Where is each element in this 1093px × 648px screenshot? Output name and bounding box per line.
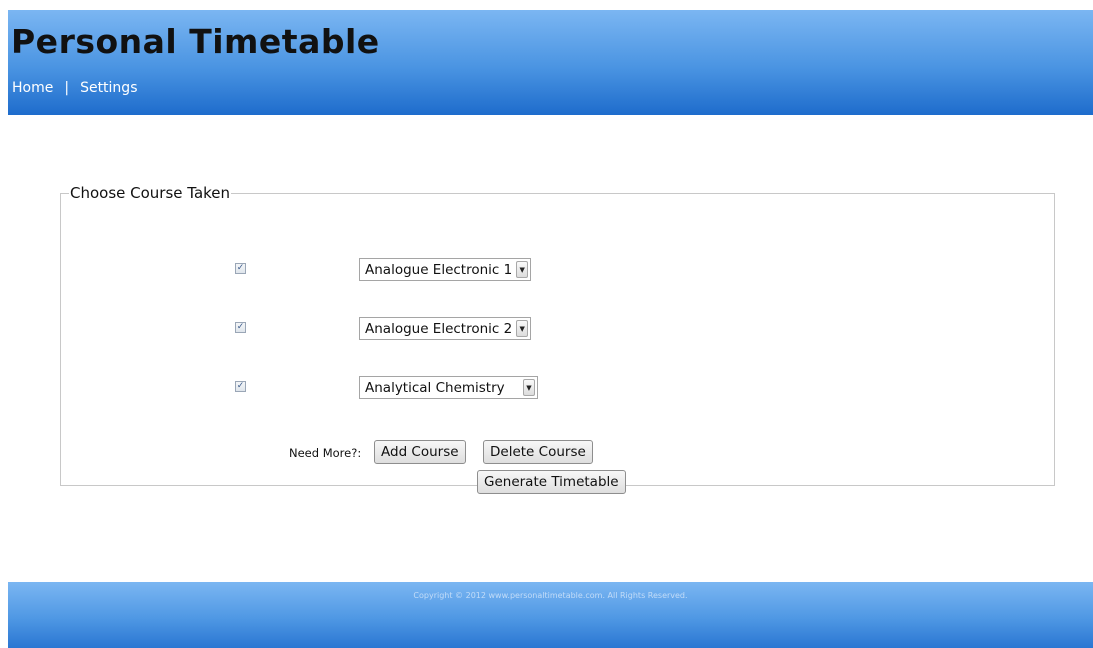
chevron-down-icon[interactable]: ▼ xyxy=(523,379,535,396)
course-row: ✓ Analogue Electronic 2 ▼ xyxy=(61,317,1054,341)
course-select-value: Analogue Electronic 2 xyxy=(365,320,513,337)
copyright-text: Copyright © 2012 www.personaltimetable.c… xyxy=(413,591,688,600)
course-select-value: Analogue Electronic 1 xyxy=(365,261,513,278)
course-select[interactable]: Analogue Electronic 1 ▼ xyxy=(359,258,532,281)
need-more-label: Need More?: xyxy=(289,446,362,460)
check-mark-icon: ✓ xyxy=(236,263,245,273)
generate-timetable-button[interactable]: Generate Timetable xyxy=(477,470,626,494)
nav-separator: | xyxy=(64,80,70,96)
course-checkbox[interactable]: ✓ xyxy=(235,381,246,392)
course-selection-fieldset: Choose Course Taken ✓ Analogue Electroni… xyxy=(60,184,1055,494)
chevron-down-icon[interactable]: ▼ xyxy=(516,320,529,337)
delete-course-button[interactable]: Delete Course xyxy=(483,440,593,464)
course-select[interactable]: Analogue Electronic 2 ▼ xyxy=(359,317,532,340)
check-mark-icon: ✓ xyxy=(236,381,245,391)
nav-home-link[interactable]: Home xyxy=(12,80,53,96)
course-checkbox[interactable]: ✓ xyxy=(235,263,246,274)
course-selection-legend: Choose Course Taken xyxy=(70,184,231,202)
add-course-button[interactable]: Add Course xyxy=(374,440,466,464)
course-select[interactable]: Analytical Chemistry ▼ xyxy=(359,376,538,399)
footer-banner: Copyright © 2012 www.personaltimetable.c… xyxy=(8,582,1093,648)
nav-settings-link[interactable]: Settings xyxy=(80,80,137,96)
check-mark-icon: ✓ xyxy=(236,322,245,332)
course-row: ✓ Analytical Chemistry ▼ xyxy=(61,376,1054,400)
header-banner: Personal Timetable Home | Settings xyxy=(8,10,1093,115)
chevron-down-icon[interactable]: ▼ xyxy=(516,261,529,278)
course-select-value: Analytical Chemistry xyxy=(365,379,505,396)
course-row: ✓ Analogue Electronic 1 ▼ xyxy=(61,258,1054,282)
nav-bar: Home | Settings xyxy=(12,80,137,96)
course-checkbox[interactable]: ✓ xyxy=(235,322,246,333)
site-title: Personal Timetable xyxy=(11,22,380,61)
